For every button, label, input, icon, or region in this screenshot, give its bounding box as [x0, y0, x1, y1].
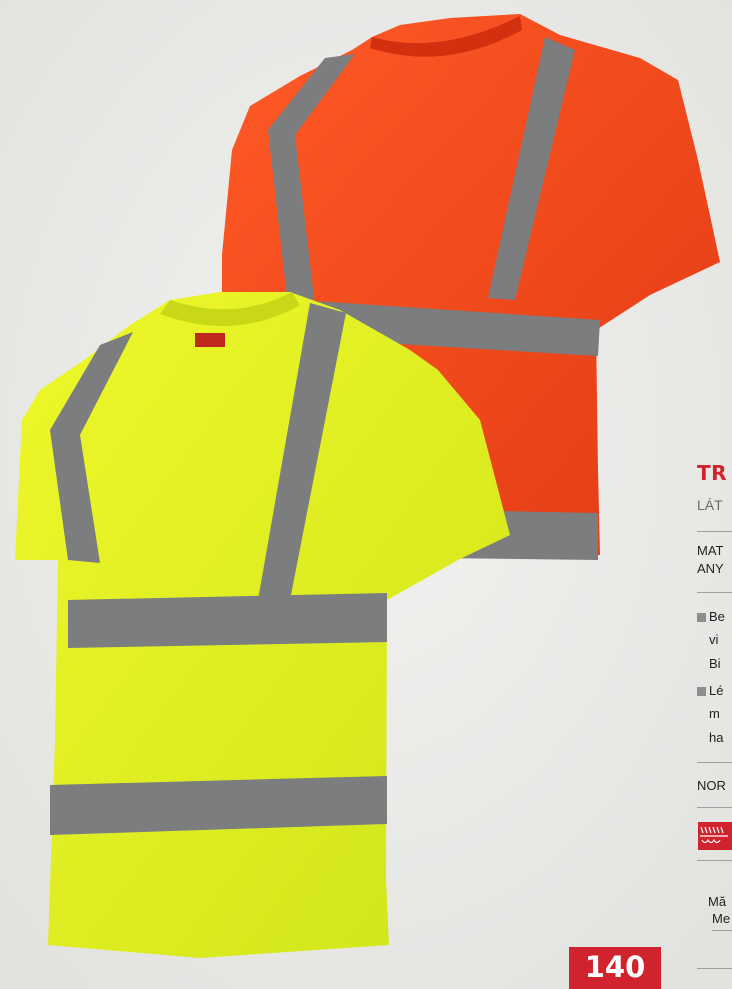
- feature-2-line-3: ha: [709, 730, 724, 745]
- bullet-icon: [697, 613, 706, 622]
- size-label-secondary: Me: [712, 911, 731, 926]
- feature-1-line-2: vi: [709, 632, 719, 647]
- material-label: MAT: [697, 543, 724, 558]
- divider: [697, 968, 732, 969]
- feature-2-line-2: m: [709, 706, 720, 721]
- feature-1-line-1: Be: [709, 609, 725, 624]
- divider: [697, 592, 732, 593]
- page-number-badge: 140: [569, 947, 661, 989]
- norm-label: NOR: [697, 778, 726, 793]
- product-subtitle: LÁT: [697, 497, 723, 513]
- feature-1-line-3: Bi: [709, 656, 721, 671]
- divider: [697, 807, 732, 808]
- divider: [697, 762, 732, 763]
- product-photo: [0, 0, 732, 989]
- product-title: TR: [697, 461, 728, 485]
- material-label-secondary: ANY: [697, 561, 724, 576]
- feature-2-line-1: Lé: [709, 683, 724, 698]
- divider: [697, 531, 732, 532]
- norm-pictogram-icon: [698, 822, 732, 850]
- size-label: Mă: [708, 894, 727, 909]
- bullet-icon: [697, 687, 706, 696]
- divider: [697, 860, 732, 861]
- divider: [712, 930, 732, 931]
